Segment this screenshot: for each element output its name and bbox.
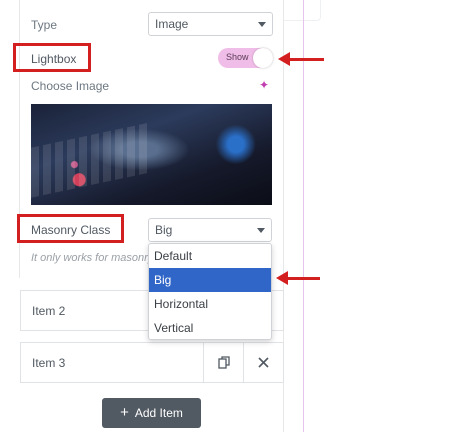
masonry-class-select[interactable]: Big	[148, 218, 272, 242]
duplicate-button[interactable]	[203, 343, 243, 382]
add-item-label: Add Item	[134, 406, 183, 420]
choose-image-label: Choose Image	[31, 79, 110, 93]
item-title: Item 2	[32, 304, 66, 318]
option-vertical[interactable]: Vertical	[149, 316, 271, 340]
annotation-arrow-lightbox-shaft	[288, 58, 324, 61]
item-title: Item 3	[32, 356, 66, 370]
add-item-button[interactable]: + Add Item	[102, 398, 201, 428]
masonry-select-value: Big	[155, 223, 173, 237]
option-default[interactable]: Default	[149, 244, 271, 268]
masonry-note: It only works for masonry	[31, 252, 154, 264]
lightbox-label: Lightbox	[31, 52, 77, 66]
chevron-down-icon	[258, 21, 266, 27]
option-big[interactable]: Big	[149, 268, 271, 292]
type-select-value: Image	[155, 17, 189, 31]
lightbox-toggle-text: Show	[226, 52, 249, 62]
masonry-class-label: Masonry Class	[31, 223, 111, 237]
lightbox-toggle-knob[interactable]	[253, 48, 273, 68]
chevron-down-icon	[257, 227, 265, 233]
option-horizontal[interactable]: Horizontal	[149, 292, 271, 316]
preview-guide-line	[303, 0, 304, 432]
plus-icon: +	[120, 404, 129, 421]
sparkle-icon[interactable]: ✦	[259, 78, 269, 92]
remove-button[interactable]	[243, 343, 283, 382]
annotation-arrow-big-shaft	[286, 277, 320, 280]
type-select[interactable]: Image	[148, 12, 273, 36]
masonry-dropdown-menu: Default Big Horizontal Vertical	[148, 243, 272, 340]
type-label: Type	[31, 18, 58, 32]
copy-icon	[217, 356, 230, 369]
repeater-item-3[interactable]: Item 3	[20, 342, 284, 383]
close-icon	[258, 357, 269, 368]
